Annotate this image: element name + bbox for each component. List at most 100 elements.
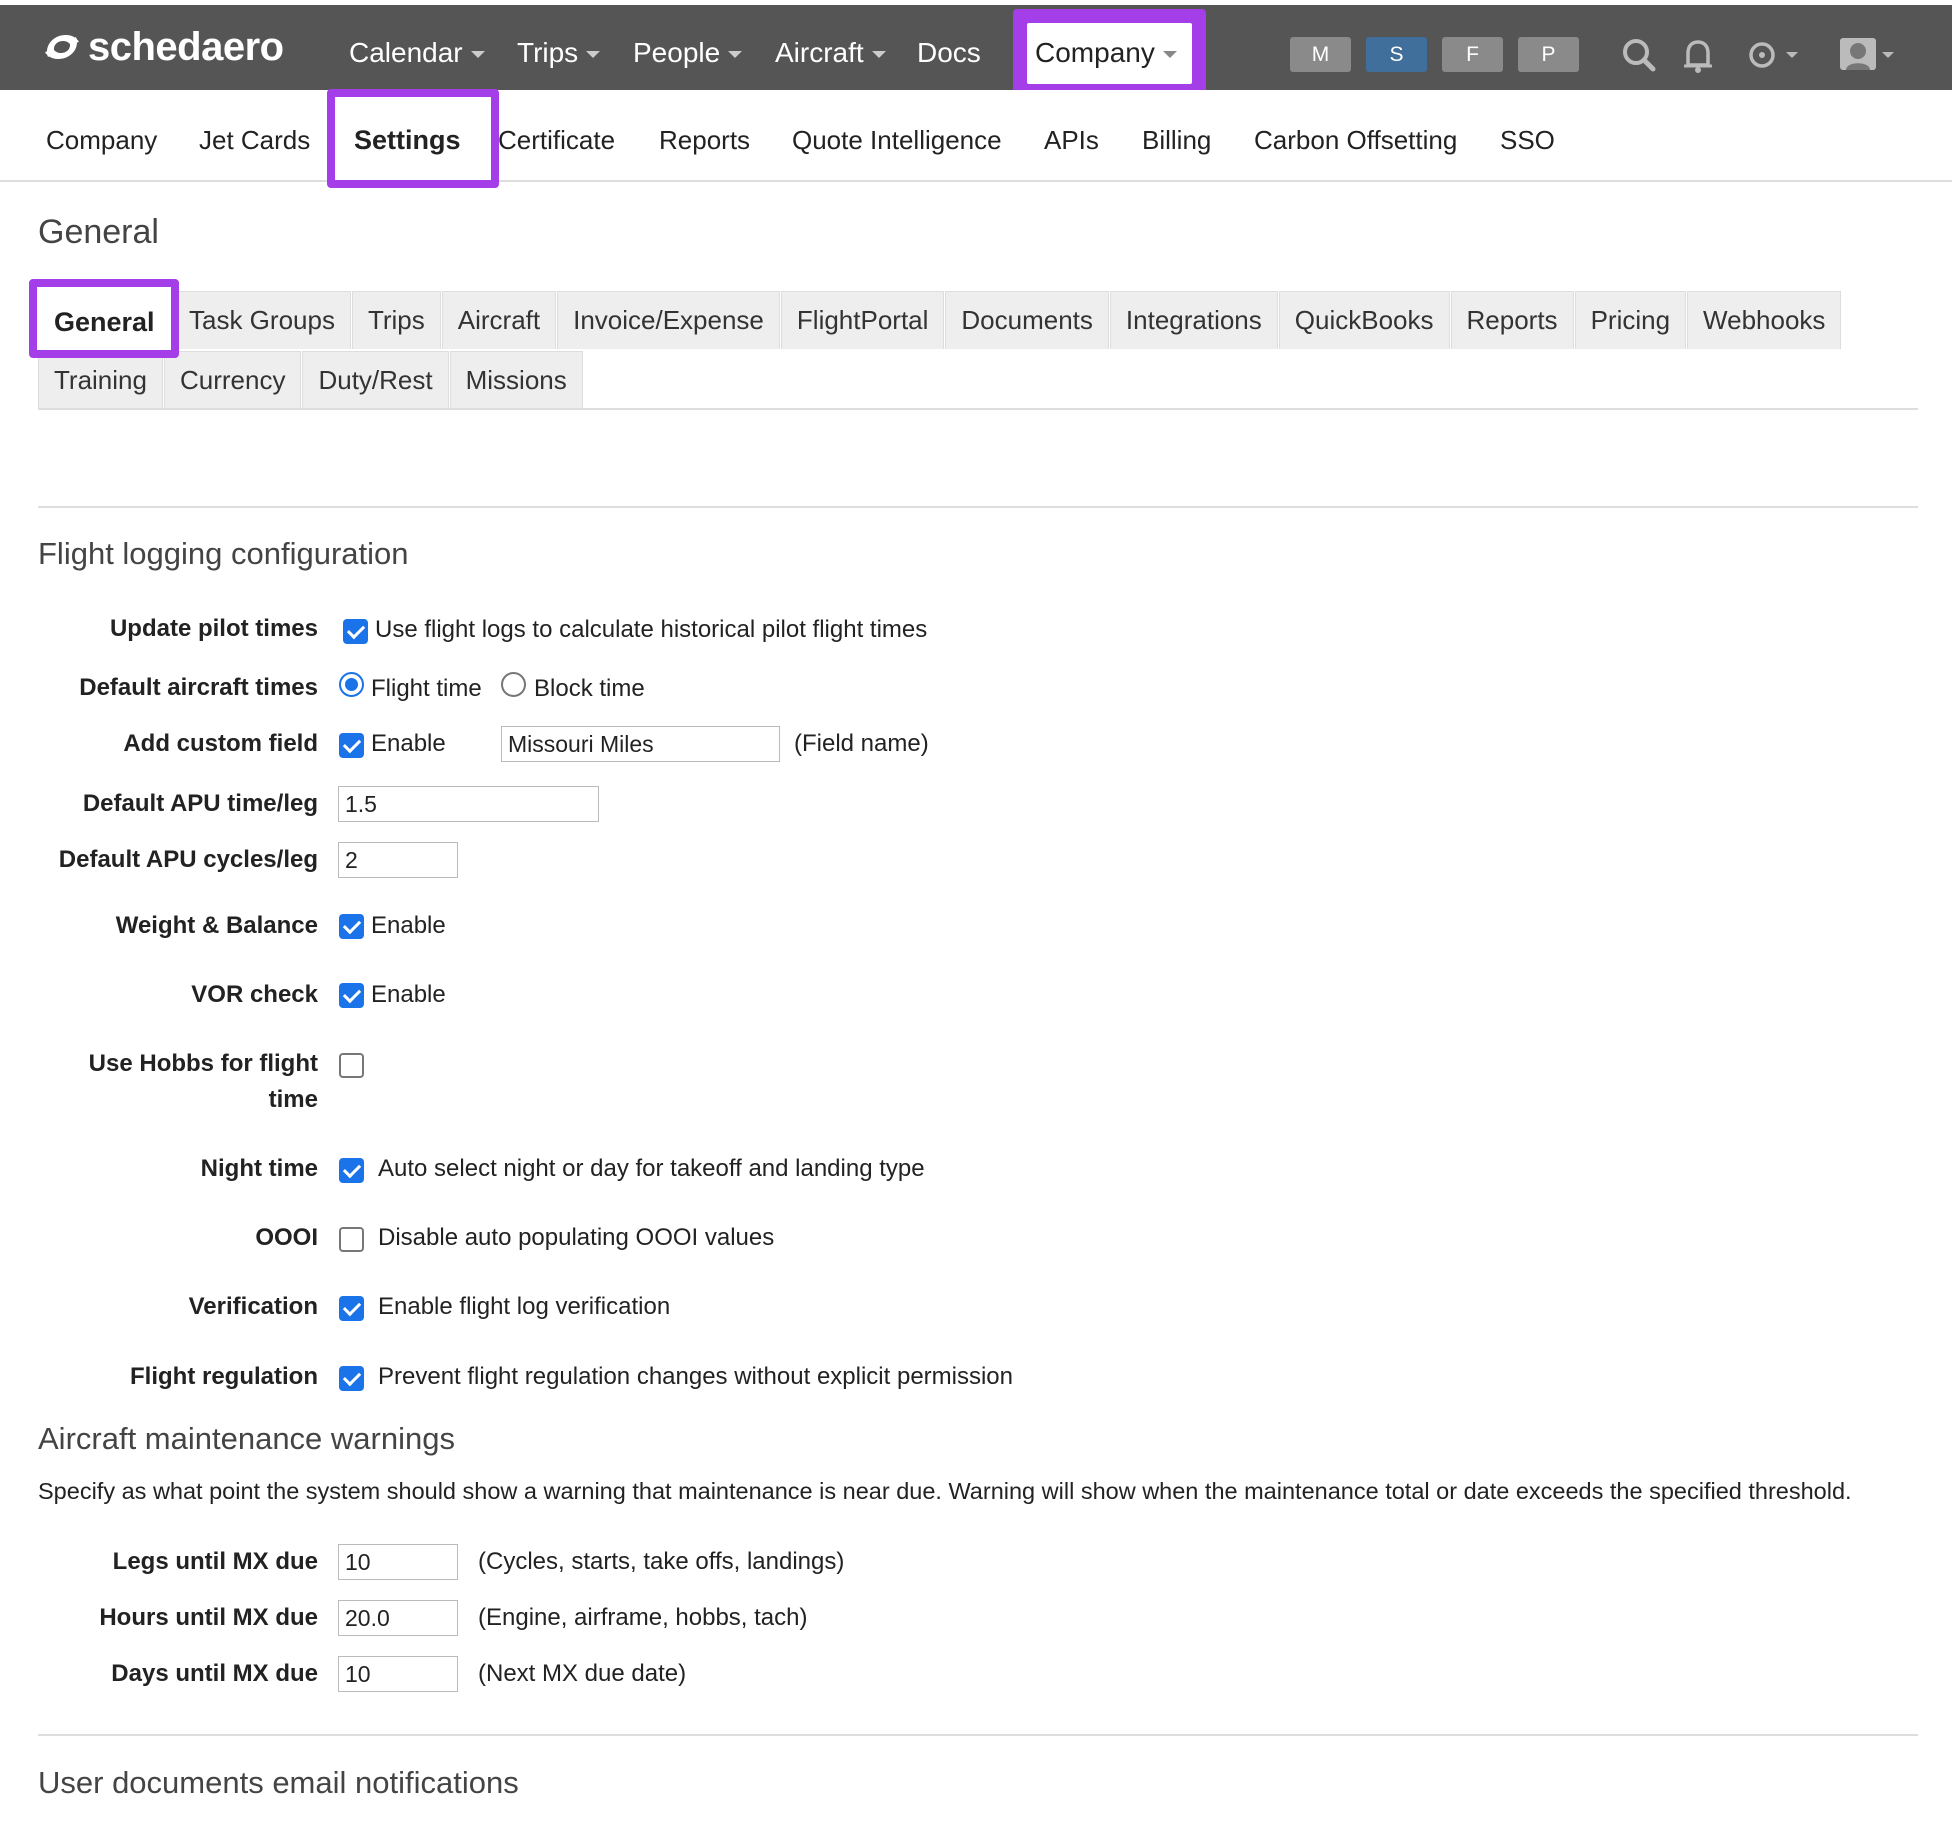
nav-people[interactable]: People [633, 33, 743, 73]
hours-mx-label: Hours until MX due [99, 1604, 318, 1631]
subnav-quote-intelligence[interactable]: Quote Intelligence [792, 120, 1002, 160]
subnav-reports[interactable]: Reports [659, 120, 750, 160]
subnav-billing[interactable]: Billing [1142, 120, 1211, 160]
tab-flightportal[interactable]: FlightPortal [780, 291, 945, 349]
nav-docs[interactable]: Docs [917, 33, 981, 73]
block-time-radio[interactable] [501, 672, 526, 697]
tab-currency[interactable]: Currency [163, 351, 302, 409]
update-pilot-times-text: Use flight logs to calculate historical … [375, 616, 928, 643]
oooi-label: OOOI [255, 1224, 318, 1251]
subnav-carbon-offsetting[interactable]: Carbon Offsetting [1254, 120, 1457, 160]
verification-text: Enable flight log verification [378, 1293, 671, 1320]
tab-invoice-expense[interactable]: Invoice/Expense [557, 291, 780, 349]
tab-webhooks[interactable]: Webhooks [1687, 291, 1842, 349]
tab-integrations[interactable]: Integrations [1109, 291, 1278, 349]
nav-trips-label: Trips [517, 37, 579, 68]
flight-regulation-label: Flight regulation [130, 1363, 318, 1390]
apu-cycles-input[interactable]: 2 [338, 842, 458, 878]
nav-company[interactable]: Company [1035, 33, 1177, 73]
chevron-down-icon [1162, 51, 1177, 59]
nav-aircraft[interactable]: Aircraft [775, 33, 886, 73]
weight-balance-text: Enable [371, 912, 446, 939]
bell-icon [1684, 40, 1712, 73]
tab-pricing[interactable]: Pricing [1574, 291, 1687, 349]
pill-f[interactable]: F [1442, 37, 1503, 72]
tab-task-groups[interactable]: Task Groups [173, 291, 351, 349]
days-mx-input[interactable]: 10 [338, 1656, 458, 1692]
hobbs-label-line-1: Use Hobbs for flight [88, 1050, 318, 1077]
custom-field-name-input[interactable]: Missouri Miles [501, 726, 780, 762]
vor-check-label: VOR check [191, 981, 318, 1008]
nav-aircraft-label: Aircraft [775, 37, 864, 68]
days-mx-hint: (Next MX due date) [478, 1660, 687, 1687]
night-time-label: Night time [200, 1155, 318, 1182]
legs-mx-hint: (Cycles, starts, take offs, landings) [478, 1548, 845, 1575]
pill-s[interactable]: S [1366, 37, 1427, 72]
subnav-sso[interactable]: SSO [1500, 120, 1555, 160]
chevron-down-icon [728, 51, 743, 59]
user-menu-button[interactable] [1836, 35, 1900, 75]
apu-cycles-label: Default APU cycles/leg [58, 846, 318, 873]
maintenance-title: Aircraft maintenance warnings [38, 1421, 455, 1456]
section-divider [38, 1734, 1918, 1736]
tab-quickbooks[interactable]: QuickBooks [1278, 291, 1450, 349]
hours-mx-hint: (Engine, airframe, hobbs, tach) [478, 1604, 808, 1631]
nav-calendar[interactable]: Calendar [349, 33, 485, 73]
custom-field-label: Add custom field [123, 730, 318, 757]
tab-aircraft[interactable]: Aircraft [441, 291, 557, 349]
default-aircraft-times-label: Default aircraft times [79, 674, 318, 701]
maintenance-description: Specify as what point the system should … [38, 1478, 1852, 1504]
pill-m[interactable]: M [1290, 37, 1351, 72]
nav-trips[interactable]: Trips [517, 33, 601, 73]
subnav-settings[interactable]: Settings [354, 120, 461, 160]
verification-label: Verification [188, 1293, 318, 1320]
apu-time-input[interactable]: 1.5 [338, 786, 599, 822]
flight-time-radio[interactable] [339, 672, 364, 697]
hobbs-checkbox[interactable] [339, 1053, 364, 1078]
schedaero-logo[interactable]: schedaero [42, 25, 284, 69]
update-pilot-times-checkbox[interactable] [343, 619, 368, 644]
verification-checkbox[interactable] [339, 1296, 364, 1321]
tab-reports[interactable]: Reports [1450, 291, 1574, 349]
weight-balance-label: Weight & Balance [115, 912, 318, 939]
subnav-jet-cards[interactable]: Jet Cards [199, 120, 310, 160]
apu-time-label: Default APU time/leg [82, 790, 318, 817]
page-title: General [38, 213, 159, 251]
flight-regulation-checkbox[interactable] [339, 1366, 364, 1391]
oooi-checkbox[interactable] [339, 1227, 364, 1252]
nav-calendar-label: Calendar [349, 37, 463, 68]
nav-docs-label: Docs [917, 37, 981, 68]
user-docs-title: User documents email notifications [38, 1765, 519, 1800]
tab-general-label[interactable]: General [54, 302, 155, 342]
hours-mx-input[interactable]: 20.0 [338, 1600, 458, 1636]
vor-check-text: Enable [371, 981, 446, 1008]
chevron-down-icon [586, 51, 601, 59]
weight-balance-checkbox[interactable] [339, 914, 364, 939]
custom-field-checkbox[interactable] [339, 733, 364, 758]
tab-trips[interactable]: Trips [351, 291, 441, 349]
night-time-text: Auto select night or day for takeoff and… [378, 1155, 925, 1182]
legs-mx-label: Legs until MX due [112, 1548, 318, 1575]
flight-regulation-text: Prevent flight regulation changes withou… [378, 1363, 1014, 1390]
pill-p[interactable]: P [1518, 37, 1579, 72]
flight-time-label: Flight time [371, 675, 482, 702]
help-menu-button[interactable] [1742, 35, 1804, 75]
tab-duty-rest[interactable]: Duty/Rest [302, 351, 449, 409]
settings-tabs-row-2: Training Currency Duty/Rest Missions [38, 351, 584, 409]
search-button[interactable] [1618, 35, 1662, 75]
custom-field-enable-text: Enable [371, 730, 446, 757]
night-time-checkbox[interactable] [339, 1158, 364, 1183]
notifications-button[interactable] [1676, 35, 1720, 75]
top-navbar: schedaero Calendar Trips People Aircraft… [0, 5, 1952, 98]
flight-logging-title: Flight logging configuration [38, 536, 409, 571]
vor-check-checkbox[interactable] [339, 983, 364, 1008]
section-divider [38, 506, 1918, 508]
user-avatar-icon [1840, 38, 1894, 70]
tab-training[interactable]: Training [38, 351, 163, 409]
subnav-apis[interactable]: APIs [1044, 120, 1099, 160]
legs-mx-input[interactable]: 10 [338, 1544, 458, 1580]
subnav-certificate[interactable]: Certificate [498, 120, 615, 160]
tab-missions[interactable]: Missions [449, 351, 583, 409]
subnav-company[interactable]: Company [46, 120, 157, 160]
tab-documents[interactable]: Documents [945, 291, 1109, 349]
